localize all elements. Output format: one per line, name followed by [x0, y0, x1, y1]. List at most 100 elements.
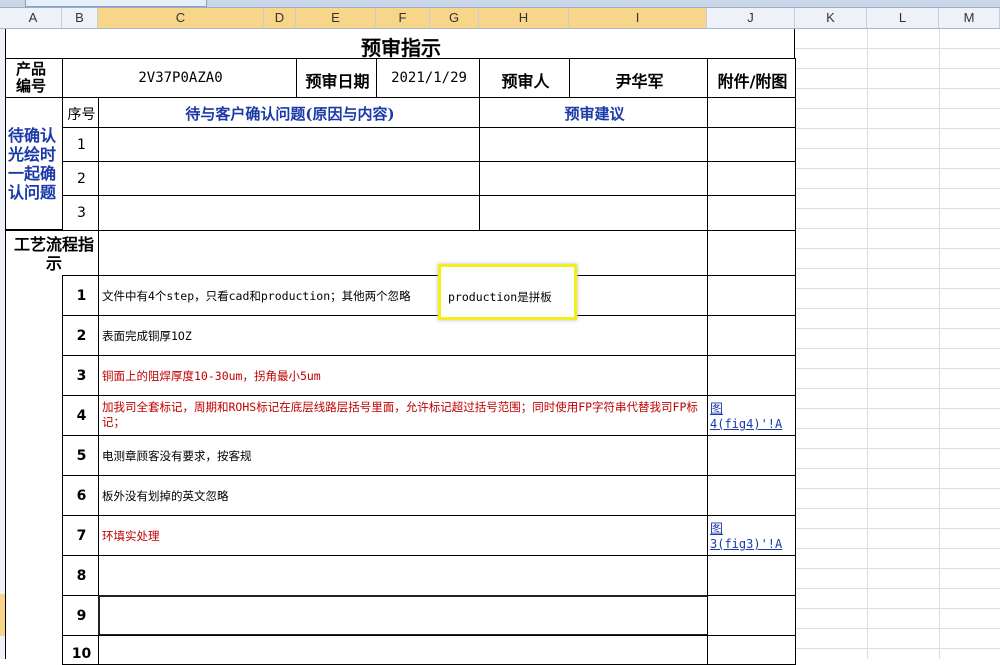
process-no: 10 — [71, 646, 92, 662]
process-no-cell[interactable]: 8 — [62, 555, 99, 596]
issue-suggest-cell[interactable] — [479, 195, 708, 231]
column-header-F[interactable]: F — [376, 8, 430, 28]
process-text-cell[interactable]: 文件中有4个step，只看cad和production；其他两个忽略 — [98, 275, 708, 316]
process-text-cell[interactable] — [98, 635, 708, 665]
process-text-cell[interactable]: 铜面上的阻焊厚度10-30um，拐角最小5um — [98, 355, 708, 396]
issue-content-cell[interactable] — [98, 161, 480, 196]
process-no: 4 — [76, 408, 87, 424]
process-attach-cell[interactable] — [707, 275, 796, 316]
issues-header: 待与客户确认问题(原因与内容) — [185, 105, 395, 123]
process-text: 环填实处理 — [102, 529, 160, 543]
issue-attach-cell[interactable] — [707, 127, 796, 162]
process-attach-header-cell[interactable] — [707, 230, 796, 276]
issue-no: 2 — [77, 171, 86, 187]
process-no-cell[interactable]: 1 — [62, 275, 99, 316]
column-header-A[interactable]: A — [5, 8, 62, 28]
attach-link-fig4-line2[interactable]: 4(fig4)'!A — [710, 417, 782, 431]
review-date-cell[interactable]: 2021/1/29 — [376, 58, 480, 98]
issue-suggest-cell[interactable] — [479, 161, 708, 196]
process-text-cell[interactable]: 板外没有划掉的英文忽略 — [98, 475, 708, 516]
product-no-cell[interactable]: 2V37P0AZA0 — [62, 58, 297, 98]
process-no: 2 — [76, 328, 87, 344]
process-attach-cell[interactable] — [707, 315, 796, 356]
process-attach-cell[interactable] — [707, 635, 796, 665]
column-header-D[interactable]: D — [264, 8, 296, 28]
confirm-section-cell[interactable]: 待确认光绘时一起确认问题 — [5, 97, 63, 230]
product-no-label-cell[interactable]: 产品编号 — [5, 58, 63, 98]
issue-content-cell[interactable] — [98, 195, 480, 231]
issue-suggest-cell[interactable] — [479, 127, 708, 162]
column-header-E[interactable]: E — [296, 8, 376, 28]
attachment-label-cell[interactable]: 附件/附图 — [707, 58, 796, 98]
column-header-K[interactable]: K — [795, 8, 867, 28]
process-no: 5 — [76, 448, 87, 464]
process-text: 板外没有划掉的英文忽略 — [102, 489, 229, 503]
issue-content-cell[interactable] — [98, 127, 480, 162]
process-attach-cell[interactable] — [707, 595, 796, 636]
page-title: 预审指示 — [361, 36, 441, 58]
reviewer-cell[interactable]: 尹华军 — [569, 58, 708, 98]
seq-header-cell[interactable]: 序号 — [62, 97, 99, 128]
attach-link-fig4-line1[interactable]: 图 — [710, 398, 723, 417]
column-header-M[interactable]: M — [939, 8, 1000, 28]
process-no: 8 — [76, 568, 87, 584]
highlight-note-box[interactable]: production是拼板 — [438, 264, 577, 320]
process-header-cell[interactable] — [98, 230, 708, 276]
review-date-label-cell[interactable]: 预审日期 — [296, 58, 377, 98]
attach-link-fig3-line2[interactable]: 3(fig3)'!A — [710, 537, 782, 551]
process-text: 表面完成铜厚1OZ — [102, 329, 192, 343]
issue-attach-cell[interactable] — [707, 161, 796, 196]
process-attach-cell[interactable]: 图 4(fig4)'!A — [707, 395, 796, 436]
gridline — [867, 29, 868, 659]
product-no-label: 产品编号 — [16, 60, 47, 95]
process-attach-cell[interactable]: 图 3(fig3)'!A — [707, 515, 796, 556]
process-no-cell[interactable]: 2 — [62, 315, 99, 356]
confirm-section-label: 待确认光绘时一起确认问题 — [8, 126, 57, 202]
column-header-H[interactable]: H — [479, 8, 569, 28]
issue-no-cell[interactable]: 3 — [62, 195, 99, 231]
process-text: 加我司全套标记，周期和ROHS标记在底层线路层括号里面，允许标记超过括号范围；同… — [102, 400, 698, 429]
attach-link-fig3-line1[interactable]: 图 — [710, 518, 723, 537]
issue-no-cell[interactable]: 2 — [62, 161, 99, 196]
reviewer-label-cell[interactable]: 预审人 — [479, 58, 570, 98]
process-no-cell[interactable]: 9 — [62, 595, 99, 636]
process-attach-cell[interactable] — [707, 435, 796, 476]
gridline — [939, 29, 940, 659]
process-no: 1 — [76, 288, 87, 304]
process-no-cell[interactable]: 6 — [62, 475, 99, 516]
process-left-cell[interactable] — [5, 275, 63, 659]
column-header-G[interactable]: G — [430, 8, 479, 28]
process-text-cell[interactable]: 环填实处理 — [98, 515, 708, 556]
attach-header-cell[interactable] — [707, 97, 796, 128]
process-no-cell[interactable]: 4 — [62, 395, 99, 436]
process-attach-cell[interactable] — [707, 355, 796, 396]
column-header-J[interactable]: J — [707, 8, 795, 28]
product-no-value: 2V37P0AZA0 — [138, 70, 223, 86]
process-label-cell[interactable]: 工艺流程指示 — [5, 230, 99, 276]
issue-attach-cell[interactable] — [707, 195, 796, 231]
active-cell-cursor[interactable] — [98, 595, 709, 636]
issue-no-cell[interactable]: 1 — [62, 127, 99, 162]
column-header-L[interactable]: L — [867, 8, 939, 28]
reviewer-label: 预审人 — [501, 72, 550, 91]
issues-header-cell[interactable]: 待与客户确认问题(原因与内容) — [98, 97, 480, 128]
process-text-cell[interactable] — [98, 555, 708, 596]
process-text-cell[interactable]: 表面完成铜厚1OZ — [98, 315, 708, 356]
process-no-cell[interactable]: 5 — [62, 435, 99, 476]
process-text-cell[interactable]: 加我司全套标记，周期和ROHS标记在底层线路层括号里面，允许标记超过括号范围；同… — [98, 395, 708, 436]
column-header-I[interactable]: I — [569, 8, 707, 28]
process-no-cell[interactable]: 3 — [62, 355, 99, 396]
suggest-header-cell[interactable]: 预审建议 — [479, 97, 708, 128]
title-cell[interactable]: 预审指示 — [5, 29, 795, 58]
attachment-label: 附件/附图 — [717, 72, 788, 91]
process-attach-cell[interactable] — [707, 555, 796, 596]
process-no-cell[interactable]: 10 — [62, 635, 99, 665]
process-attach-cell[interactable] — [707, 475, 796, 516]
suggest-header: 预审建议 — [564, 105, 625, 123]
process-no-cell[interactable]: 7 — [62, 515, 99, 556]
ribbon-tab-fragment[interactable] — [25, 0, 207, 7]
column-header-B[interactable]: B — [62, 8, 98, 28]
process-no: 7 — [76, 528, 87, 544]
column-header-C[interactable]: C — [98, 8, 264, 28]
process-text-cell[interactable]: 电测章顾客没有要求，按客规 — [98, 435, 708, 476]
